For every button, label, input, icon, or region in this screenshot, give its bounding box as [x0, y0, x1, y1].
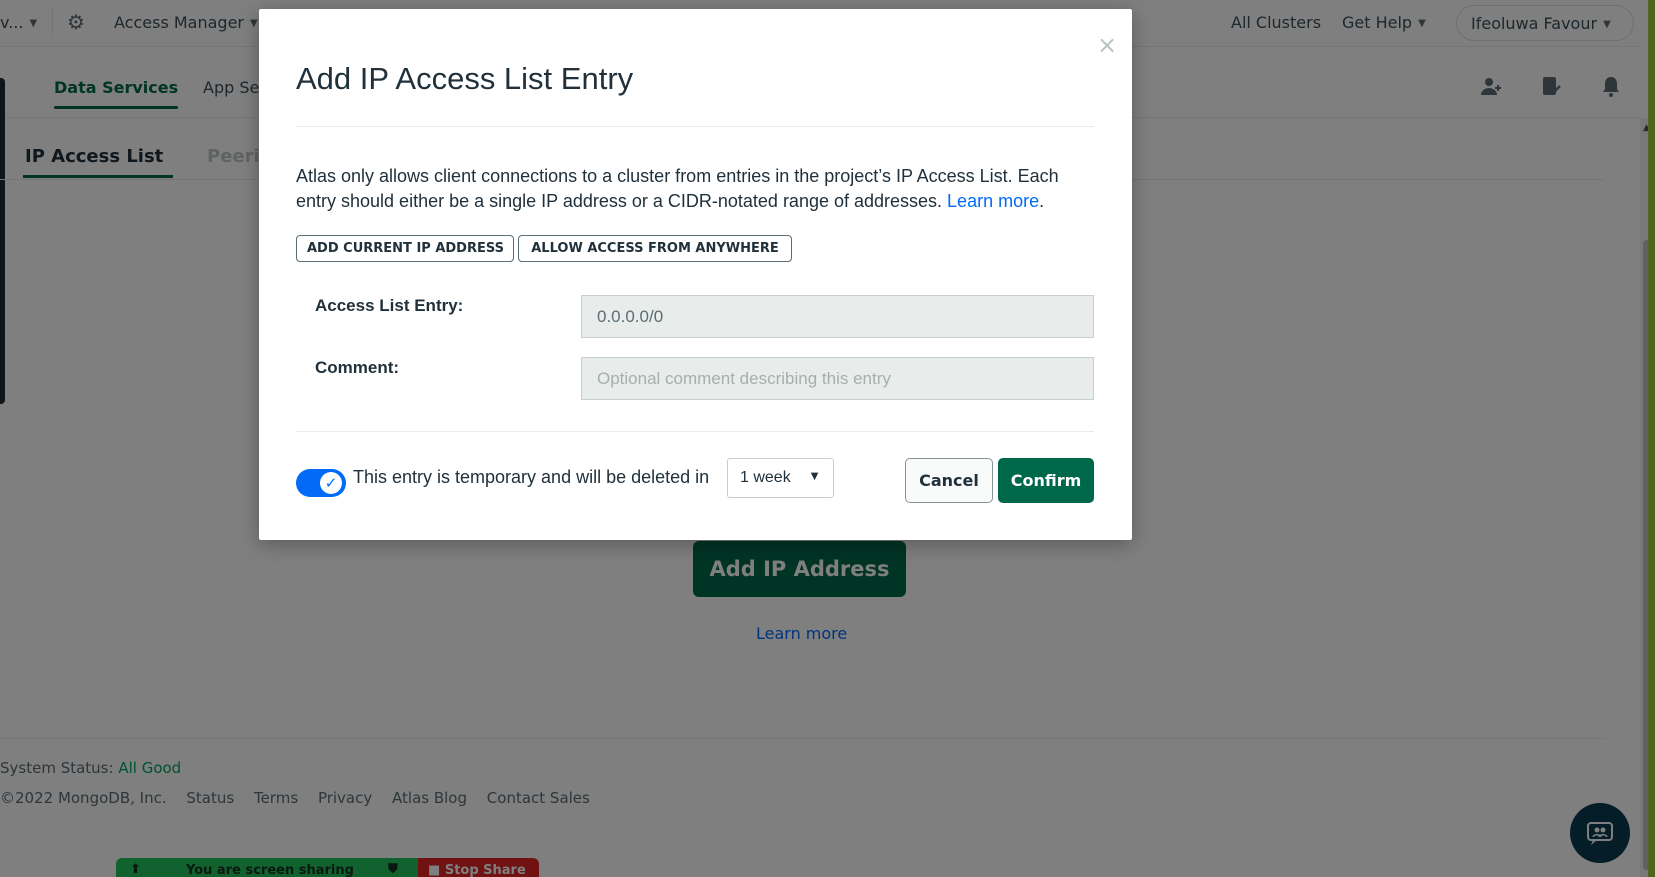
- allow-access-anywhere-button[interactable]: ALLOW ACCESS FROM ANYWHERE: [518, 235, 792, 262]
- dialog-title: Add IP Access List Entry: [296, 61, 634, 96]
- duration-value: 1 week: [740, 469, 791, 486]
- description-text: Atlas only allows client connections to …: [296, 166, 1059, 211]
- add-ip-access-list-entry-dialog: × Add IP Access List Entry Atlas only al…: [259, 9, 1132, 540]
- add-current-ip-button[interactable]: ADD CURRENT IP ADDRESS: [296, 235, 514, 262]
- duration-select[interactable]: 1 week ▼: [727, 458, 834, 498]
- comment-label: Comment:: [315, 358, 400, 377]
- access-list-entry-label: Access List Entry:: [315, 296, 464, 315]
- caret-down-icon: ▼: [808, 468, 821, 483]
- dialog-description: Atlas only allows client connections to …: [296, 166, 1059, 211]
- divider: [296, 431, 1094, 432]
- temporary-entry-toggle[interactable]: ✓: [296, 469, 346, 497]
- close-icon[interactable]: ×: [1097, 31, 1117, 59]
- temporary-entry-text: This entry is temporary and will be dele…: [353, 467, 710, 487]
- cancel-button[interactable]: Cancel: [905, 458, 993, 503]
- checkmark-icon: ✓: [320, 472, 342, 494]
- access-list-entry-input[interactable]: [581, 295, 1094, 338]
- confirm-button[interactable]: Confirm: [998, 458, 1094, 503]
- divider: [296, 126, 1094, 127]
- comment-input[interactable]: [581, 357, 1094, 400]
- learn-more-link[interactable]: Learn more: [947, 191, 1039, 211]
